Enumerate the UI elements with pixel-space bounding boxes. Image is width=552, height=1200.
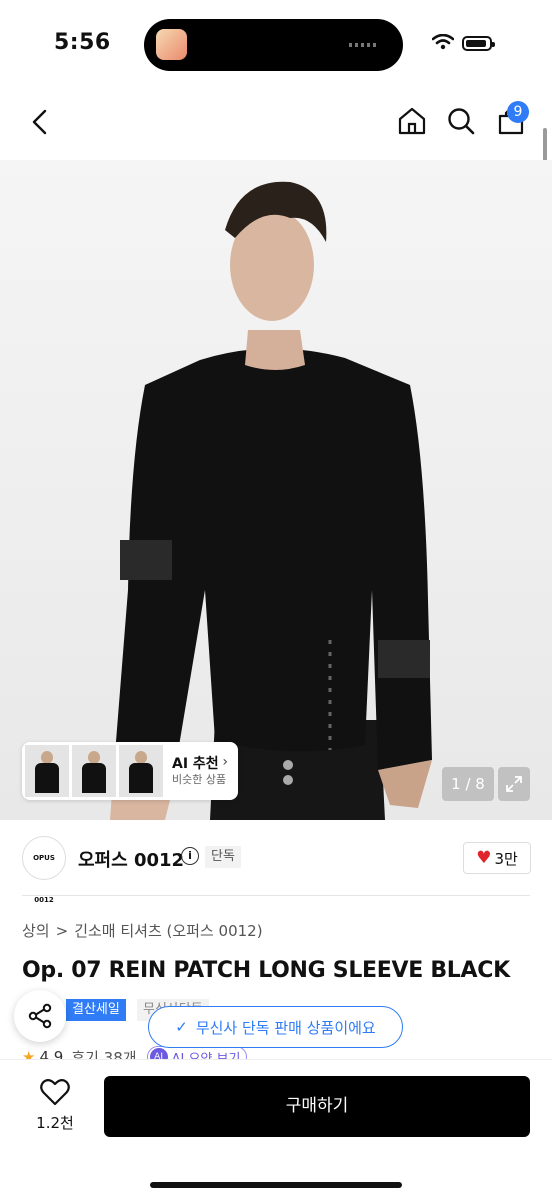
product-image[interactable]: [0, 160, 552, 820]
share-icon: [28, 1003, 52, 1029]
home-indicator[interactable]: [150, 1182, 402, 1188]
thumbnail-2[interactable]: [72, 745, 116, 797]
search-icon: [448, 108, 475, 135]
ai-recommend-subtitle: 비슷한 상품: [172, 772, 227, 786]
wishlist-count: 1.2천: [36, 1114, 74, 1132]
dynamic-island: [144, 19, 403, 71]
toast-text: 무신사 단독 판매 상품이에요: [195, 1018, 376, 1037]
battery-icon: [462, 36, 495, 51]
home-icon: [398, 107, 426, 135]
brand-logo[interactable]: OPUS 0012: [22, 836, 66, 904]
search-button[interactable]: [444, 104, 478, 138]
expand-button[interactable]: [498, 767, 530, 801]
like-count: 3만: [494, 849, 518, 868]
exclusive-toast: ✓ 무신사 단독 판매 상품이에요: [148, 1006, 403, 1048]
app-icon: [156, 29, 187, 60]
share-button[interactable]: [14, 990, 66, 1042]
status-bar: 5:56: [0, 0, 552, 90]
expand-icon: [506, 776, 522, 792]
wishlist-button[interactable]: 1.2천: [24, 1078, 86, 1133]
divider: [22, 895, 530, 896]
ai-recommend-panel[interactable]: AI 추천 비슷한 상품 ›: [22, 742, 238, 800]
breadcrumb-separator: >: [55, 922, 69, 940]
back-button[interactable]: [22, 104, 58, 140]
info-icon[interactable]: i: [181, 847, 199, 865]
buy-button[interactable]: 구매하기: [104, 1076, 530, 1137]
back-icon: [32, 109, 47, 135]
wifi-icon: [432, 34, 454, 50]
home-button[interactable]: [395, 104, 429, 138]
product-title: Op. 07 REIN PATCH LONG SLEEVE BLACK: [22, 958, 510, 983]
breadcrumb-item-category[interactable]: 상의: [22, 922, 50, 940]
status-time: 5:56: [54, 30, 111, 55]
ai-recommend-text: AI 추천 비슷한 상품: [172, 756, 226, 786]
check-icon: ✓: [175, 1018, 188, 1036]
thumbnail-3[interactable]: [119, 745, 163, 797]
island-activity-icon: [349, 43, 377, 47]
exclusive-tag: 단독: [205, 846, 241, 868]
heart-outline-icon: [40, 1079, 70, 1106]
cart-count-badge: 9: [507, 101, 529, 123]
brand-name[interactable]: 오퍼스 0012: [78, 846, 184, 872]
heart-icon: ♥: [476, 848, 492, 868]
like-button[interactable]: ♥ 3만: [463, 842, 531, 874]
image-counter: 1 / 8: [442, 767, 494, 801]
breadcrumb: 상의 > 긴소매 티셔츠 (오퍼스 0012): [22, 920, 269, 941]
sale-badge: 결산세일: [66, 999, 126, 1021]
thumbnail-1[interactable]: [25, 745, 69, 797]
chevron-right-icon: ›: [222, 754, 228, 770]
ai-recommend-title: AI 추천: [172, 756, 219, 772]
breadcrumb-item-subcategory[interactable]: 긴소매 티셔츠 (오퍼스 0012): [74, 922, 262, 940]
product-photo-model: [110, 181, 432, 820]
